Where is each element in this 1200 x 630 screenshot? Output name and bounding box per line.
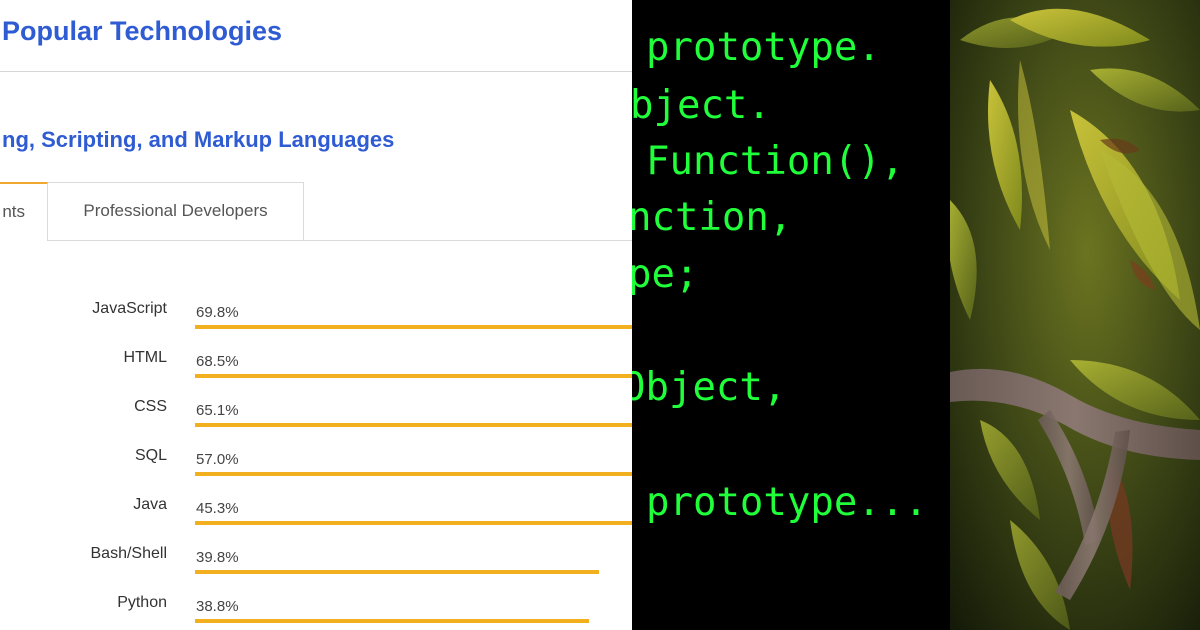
- bar: [195, 472, 632, 476]
- bar-value-label: 65.1%: [196, 402, 239, 419]
- bar-label: SQL: [134, 447, 167, 464]
- bar-label: CSS: [134, 398, 167, 415]
- leaves-photo: [950, 0, 1200, 630]
- survey-panel: Popular Technologies ng, Scripting, and …: [0, 0, 632, 630]
- page-title: Popular Technologies: [2, 16, 283, 46]
- bar: [195, 570, 599, 574]
- code-line: Function(),: [646, 139, 905, 184]
- bar-row: JavaScript 69.8%: [0, 296, 632, 345]
- code-line: prototype...: [646, 480, 928, 525]
- bar-row: SQL 57.0%: [0, 443, 632, 492]
- bar-label: Python: [117, 594, 167, 611]
- code-line: Object,: [632, 365, 787, 410]
- bar: [195, 423, 632, 427]
- tab-baseline: [0, 240, 632, 241]
- bar-row: HTML 68.5%: [0, 345, 632, 394]
- bar-row: CSS 65.1%: [0, 394, 632, 443]
- section-title: ng, Scripting, and Markup Languages: [2, 127, 395, 152]
- code-line: nction,: [632, 195, 793, 240]
- bar: [195, 619, 589, 623]
- bar-value-label: 69.8%: [196, 304, 239, 321]
- leaves-illustration: [950, 0, 1200, 630]
- bar-value-label: 57.0%: [196, 451, 239, 468]
- tab-professional-developers[interactable]: Professional Developers: [48, 182, 304, 240]
- bar-chart: JavaScript 69.8% HTML 68.5% CSS 65.1% SQL 57.0%…: [0, 296, 632, 630]
- bar-label: JavaScript: [92, 300, 167, 317]
- bar-label: HTML: [123, 349, 167, 366]
- bar: [195, 374, 632, 378]
- bar: [195, 325, 632, 329]
- tab-students[interactable]: nts: [0, 182, 48, 241]
- bar: [195, 521, 632, 525]
- divider: [0, 71, 632, 72]
- bar-value-label: 38.8%: [196, 598, 239, 615]
- code-line: bject.: [632, 83, 771, 128]
- code-line: pe;: [632, 252, 699, 297]
- bar-row: Python 38.8%: [0, 590, 632, 630]
- bar-value-label: 39.8%: [196, 549, 239, 566]
- code-line: prototype.: [646, 25, 881, 70]
- bar-label: Bash/Shell: [90, 545, 168, 562]
- bar-value-label: 68.5%: [196, 353, 239, 370]
- bar-value-label: 45.3%: [196, 500, 239, 517]
- bar-row: Java 45.3%: [0, 492, 632, 541]
- bar-row: Bash/Shell 39.8%: [0, 541, 632, 590]
- tab-bar: nts Professional Developers: [0, 182, 632, 242]
- code-panel: prototype. bject. Function(), nction, pe; Obj…: [632, 0, 950, 630]
- bar-label: Java: [133, 496, 167, 513]
